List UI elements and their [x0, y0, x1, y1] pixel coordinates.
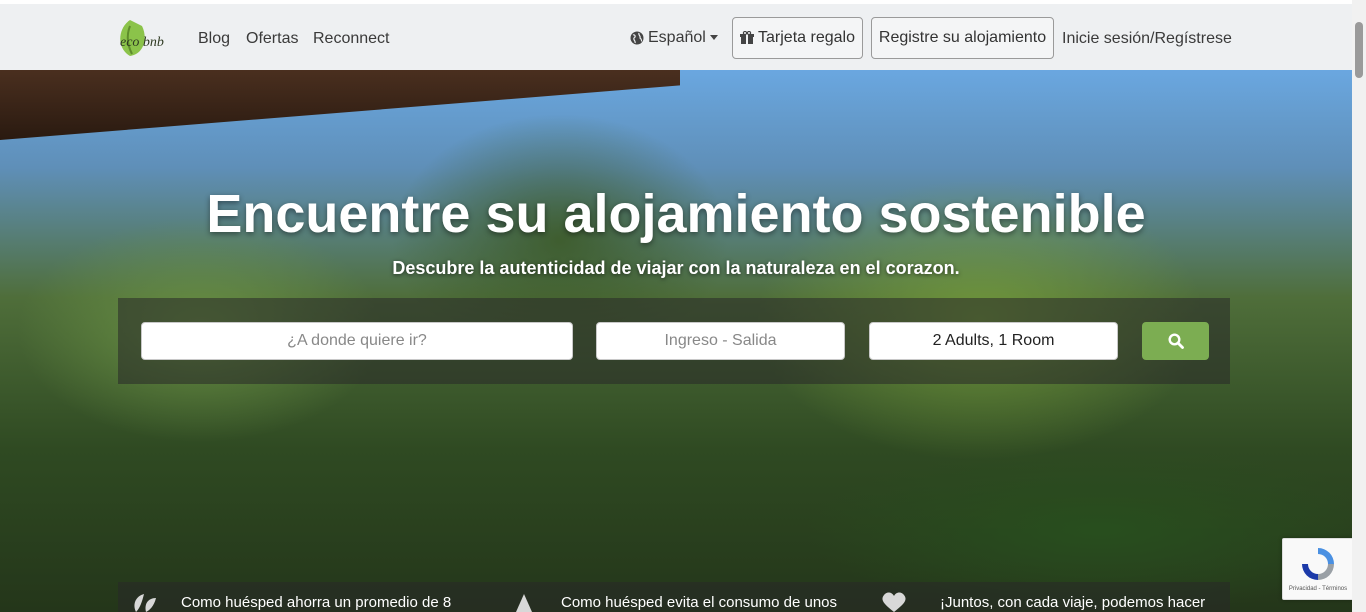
gift-card-button[interactable]: Tarjeta regalo [732, 17, 863, 59]
top-navbar: eco bnb Blog Ofertas Reconnect Español T… [0, 0, 1352, 70]
globe-icon [630, 31, 644, 45]
search-panel: 2 Adults, 1 Room [118, 298, 1230, 384]
heart-icon [882, 592, 906, 612]
search-button[interactable] [1142, 322, 1209, 360]
hero-section: Encuentre su alojamiento sostenible Desc… [0, 70, 1352, 612]
gift-icon [740, 31, 755, 44]
gift-card-label: Tarjeta regalo [758, 29, 855, 46]
impact-info-bar: Como huésped ahorra un promedio de 8 Com… [118, 582, 1230, 612]
scrollbar-thumb[interactable] [1355, 22, 1363, 78]
recaptcha-badge[interactable]: Privacidad - Términos [1282, 538, 1354, 600]
register-property-button[interactable]: Registre su alojamiento [871, 17, 1054, 59]
nav-link-blog[interactable]: Blog [198, 30, 230, 48]
guests-label: 2 Adults, 1 Room [932, 332, 1055, 349]
destination-input[interactable] [142, 331, 572, 351]
hero-title: Encuentre su alojamiento sostenible [206, 184, 1146, 244]
caret-down-icon [709, 35, 718, 40]
hero-background-roof [0, 70, 680, 140]
language-selector[interactable]: Español [630, 29, 718, 47]
dates-input[interactable] [597, 331, 844, 351]
login-register-link[interactable]: Inicie sesión/Regístrese [1062, 30, 1232, 48]
guests-selector[interactable]: 2 Adults, 1 Room [869, 322, 1118, 360]
search-icon [1167, 333, 1184, 349]
leaf-icon [134, 594, 156, 612]
language-label: Español [648, 29, 706, 46]
impact-item-together: ¡Juntos, con cada viaje, podemos hacer [940, 594, 1206, 611]
destination-field[interactable] [141, 322, 573, 360]
recaptcha-icon [1302, 548, 1334, 580]
ecobnb-logo[interactable]: eco bnb [116, 18, 178, 58]
hero-subtitle: Descubre la autenticidad de viajar con l… [392, 258, 960, 278]
impact-item-savings: Como huésped ahorra un promedio de 8 [181, 594, 452, 611]
impact-item-consumption: Como huésped evita el consumo de unos [561, 594, 838, 611]
register-property-label: Registre su alojamiento [878, 29, 1047, 46]
nav-link-ofertas[interactable]: Ofertas [246, 30, 298, 48]
nav-link-reconnect[interactable]: Reconnect [313, 30, 390, 48]
recaptcha-text: Privacidad - Términos [1288, 586, 1348, 592]
page-scrollbar[interactable] [1352, 0, 1366, 612]
tree-icon [516, 594, 532, 612]
dates-field[interactable] [596, 322, 845, 360]
logo-text-eco: eco bnb [120, 35, 164, 50]
